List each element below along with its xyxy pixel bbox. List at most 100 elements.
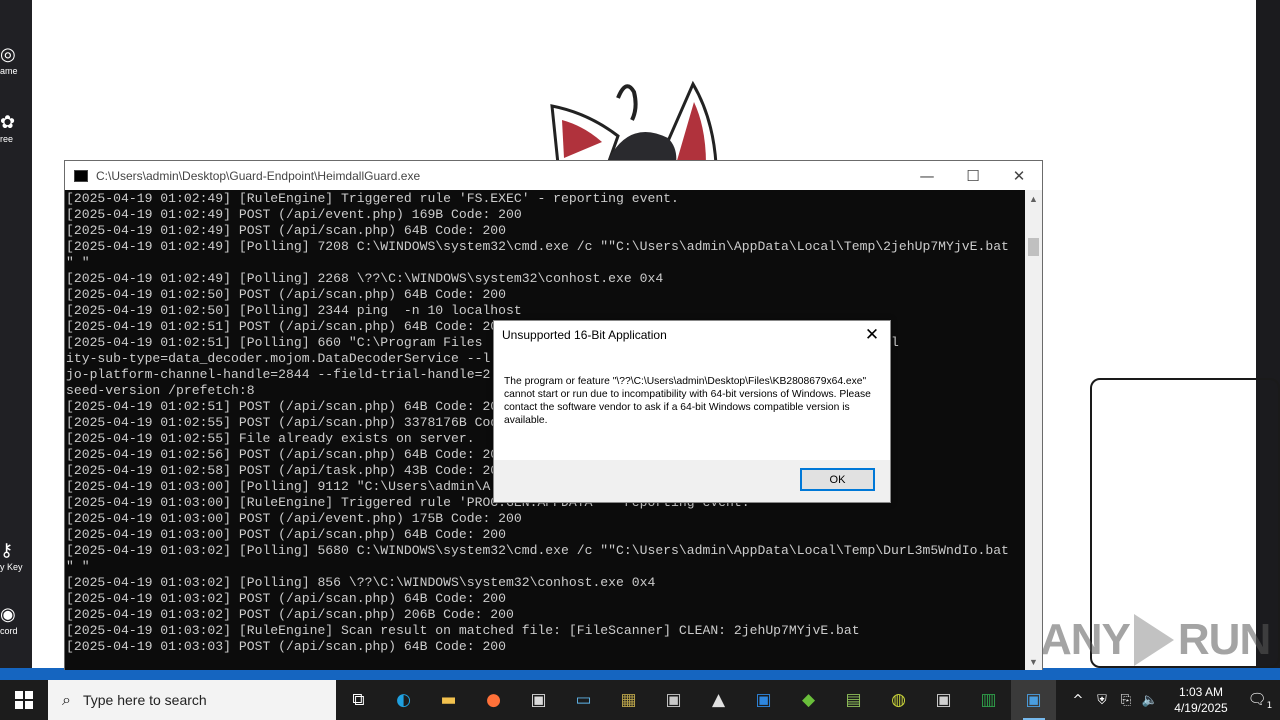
console-line: [2025-04-19 01:02:49] POST (/api/event.p… (66, 207, 522, 222)
console-line: [2025-04-19 01:03:02] POST (/api/scan.ph… (66, 607, 514, 622)
console-line: [2025-04-19 01:03:02] [Polling] 856 \??\… (66, 575, 656, 590)
scroll-down-button[interactable]: ▼ (1025, 653, 1042, 670)
desktop-shortcut-discord[interactable]: ◉ cord (0, 604, 32, 636)
play-icon (1133, 614, 1174, 666)
taskbar-app-firefox[interactable]: ● (471, 680, 516, 720)
dialog-footer: OK (494, 460, 890, 502)
console-line: [2025-04-19 01:02:49] [RuleEngine] Trigg… (66, 191, 679, 206)
clock-time: 1:03 AM (1178, 685, 1224, 699)
minimize-button[interactable]: — (904, 161, 950, 190)
folder-icon: ▬ (440, 690, 457, 710)
console-line: [2025-04-19 01:02:49] POST (/api/scan.ph… (66, 223, 507, 238)
start-button[interactable] (0, 680, 48, 720)
firefox-icon: ● (486, 690, 501, 710)
window-icon: ▣ (935, 690, 952, 710)
taskbar-app-app9[interactable]: ◍ (876, 680, 921, 720)
key-icon: ⚷ (0, 540, 14, 560)
shortcut-label: y Key (0, 562, 23, 572)
window-icon: ▣ (755, 690, 772, 710)
close-icon: ✕ (1012, 166, 1026, 185)
taskbar-app-app5[interactable]: ▲ (696, 680, 741, 720)
clock[interactable]: 1:03 AM 4/19/2025 (1162, 684, 1240, 716)
taskbar-app-task-view[interactable]: ⧉ (336, 680, 381, 720)
note-icon: ◆ (801, 690, 816, 710)
console-line: " " (66, 255, 90, 270)
desktop-shortcut-game[interactable]: ◎ ame (0, 44, 32, 76)
unsupported-app-dialog[interactable]: Unsupported 16-Bit Application ✕ The pro… (493, 320, 891, 503)
edge-icon: ◐ (396, 690, 411, 710)
dialog-title: Unsupported 16-Bit Application (502, 328, 667, 342)
taskbar-app-app4[interactable]: ▣ (651, 680, 696, 720)
console-line: [2025-04-19 01:02:49] [Polling] 7208 C:\… (66, 239, 1009, 254)
ok-button[interactable]: OK (800, 468, 875, 491)
flower-icon: ✿ (0, 112, 16, 132)
console-line: [2025-04-19 01:03:00] POST (/api/event.p… (66, 511, 522, 526)
console-titlebar[interactable]: C:\Users\admin\Desktop\Guard-Endpoint\He… (65, 161, 1042, 190)
console-title: C:\Users\admin\Desktop\Guard-Endpoint\He… (96, 168, 421, 183)
scroll-thumb[interactable] (1028, 238, 1039, 256)
taskbar-app-edge[interactable]: ◐ (381, 680, 426, 720)
taskbar-app-app2[interactable]: ▭ (561, 680, 606, 720)
window-icon: ▣ (665, 690, 682, 710)
dialog-message: The program or feature "\??\C:\Users\adm… (504, 376, 871, 426)
notification-count: 1 (1266, 700, 1273, 711)
close-icon: ✕ (864, 325, 880, 345)
console-app-icon (74, 169, 88, 182)
taskbar-app-app7[interactable]: ◆ (786, 680, 831, 720)
console-line: [2025-04-19 01:03:02] [RuleEngine] Scan … (66, 623, 860, 638)
notification-button[interactable]: 🗨1 (1240, 690, 1280, 711)
taskbar-app-app11[interactable]: ▥ (966, 680, 1011, 720)
taskbar-app-app3[interactable]: ▦ (606, 680, 651, 720)
taskbar-app-file-explorer[interactable]: ▬ (426, 680, 471, 720)
console-line: [2025-04-19 01:03:02] POST (/api/scan.ph… (66, 591, 507, 606)
disc-icon: ◍ (891, 690, 906, 710)
close-button[interactable]: ✕ (996, 161, 1042, 190)
maximize-icon: ☐ (966, 166, 980, 185)
window-icon: ▣ (530, 690, 547, 710)
console-line: [2025-04-19 01:03:03] POST (/api/scan.ph… (66, 639, 507, 654)
wallpaper-version-text: Version : 22H2 (OS Build 19045.4046) (950, 0, 1215, 16)
scroll-up-button[interactable]: ▲ (1025, 190, 1042, 207)
watermark-text-left: ANY (1040, 615, 1131, 664)
clock-date: 4/19/2025 (1174, 701, 1228, 715)
triangle-up-icon: ▲ (1029, 193, 1038, 204)
desktop-shortcut-free[interactable]: ✿ ree (0, 112, 32, 144)
desktop: ◎ ame ✿ ree ⚷ y Key ◉ cord Version : 22H… (0, 0, 1280, 680)
chevron-up-icon[interactable]: ^ (1066, 693, 1090, 708)
notification-icon: 🗨 (1247, 689, 1267, 708)
maximize-button[interactable]: ☐ (950, 161, 996, 190)
gamepad-icon: ◎ (0, 44, 16, 64)
search-placeholder: Type here to search (82, 692, 207, 708)
taskbar-app-console[interactable]: ▣ (1011, 680, 1056, 720)
taskbar-app-app10[interactable]: ▣ (921, 680, 966, 720)
desktop-shortcut-strip: ◎ ame ✿ ree ⚷ y Key ◉ cord (0, 0, 32, 680)
security-icon[interactable]: ⛨ (1090, 693, 1114, 708)
taskbar-app-app6[interactable]: ▣ (741, 680, 786, 720)
taskbar-app-app1[interactable]: ▣ (516, 680, 561, 720)
console-line: [2025-04-19 01:02:49] [Polling] 2268 \??… (66, 271, 664, 286)
search-icon: ⌕ (62, 690, 71, 709)
system-tray: ^ ⛨ ⎘ 🔈 1:03 AM 4/19/2025 🗨1 (1066, 680, 1280, 720)
task-view-icon: ⧉ (352, 690, 365, 710)
volume-icon[interactable]: 🔈 (1138, 693, 1162, 708)
console-line: " " (66, 559, 90, 574)
discord-icon: ◉ (0, 604, 16, 624)
anyrun-watermark: ANY RUN (1040, 610, 1271, 670)
console-scrollbar[interactable]: ▲ ▼ (1025, 190, 1042, 670)
desktop-shortcut-key[interactable]: ⚷ y Key (0, 540, 32, 572)
taskbar-search[interactable]: ⌕ Type here to search (48, 680, 336, 720)
console-line: [2025-04-19 01:02:50] POST (/api/scan.ph… (66, 287, 507, 302)
console-line: [2025-04-19 01:03:02] [Polling] 5680 C:\… (66, 543, 1009, 558)
monitor-icon: ▭ (575, 690, 592, 710)
console-line: [2025-04-19 01:02:50] [Polling] 2344 pin… (66, 303, 522, 318)
shortcut-label: ame (0, 66, 18, 76)
network-icon[interactable]: ⎘ (1114, 693, 1138, 708)
shortcut-label: ree (0, 134, 14, 144)
taskbar-app-app8[interactable]: ▤ (831, 680, 876, 720)
taskbar-apps: ⧉ ◐ ▬ ● ▣ ▭ ▦ ▣ ▲ ▣ ◆ ▤ ◍ ▣ ▥ ▣ (336, 680, 1056, 720)
wallpaper-cat-ears-art (550, 80, 718, 164)
triangle-down-icon: ▼ (1029, 656, 1038, 667)
chart-icon: ▥ (980, 690, 997, 710)
watermark-text-right: RUN (1177, 615, 1271, 664)
dialog-close-button[interactable]: ✕ (860, 323, 884, 347)
